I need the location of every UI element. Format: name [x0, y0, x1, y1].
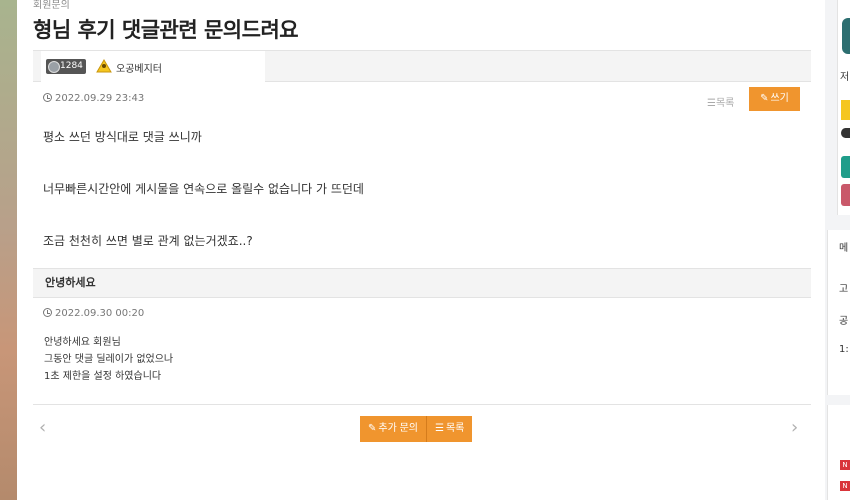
reply-line: 1초 제한을 설정 하였습니다: [44, 371, 162, 382]
page-title: 형님 후기 댓글관련 문의드려요: [33, 18, 299, 42]
new-badge: N: [840, 481, 850, 491]
divider: [33, 404, 811, 405]
level-icon: [96, 59, 112, 73]
desktop-background-strip: [0, 0, 17, 500]
menu-item[interactable]: 1:: [839, 344, 849, 355]
menu-item[interactable]: 고: [839, 280, 848, 295]
list-icon: ☰: [434, 423, 444, 434]
list-button[interactable]: ☰ 목록: [425, 416, 473, 442]
author-name[interactable]: 오공베지터: [116, 60, 162, 75]
teal-button[interactable]: [841, 156, 850, 178]
pencil-icon: ✎: [368, 423, 377, 434]
more-inquiry-label: 추가 문의: [378, 423, 418, 434]
list-icon: ☰: [707, 98, 716, 109]
reply-body: 안녕하세요 회원님 그동안 댓글 딜레이가 없었으나 1초 제한을 설정 하였습…: [44, 334, 173, 385]
list-link[interactable]: ☰목록: [707, 94, 734, 109]
post-line: 평소 쓰던 방식대로 댓글 쓰니까: [43, 130, 202, 144]
reply-title: 안녕하세요: [33, 268, 811, 298]
reply-line: 그동안 댓글 딜레이가 없었으나: [44, 354, 174, 365]
clock-icon: [43, 93, 52, 102]
post-line: 조금 천천히 쓰면 별로 관계 없는거겠죠..?: [43, 234, 253, 248]
list-button-label: 목록: [445, 423, 465, 434]
profile-text: 저: [840, 72, 850, 83]
author-tab: 1284 오공베지터: [41, 51, 265, 83]
level-icon: [841, 100, 850, 120]
reply-line: 안녕하세요 회원님: [44, 337, 121, 348]
rose-button[interactable]: [841, 184, 850, 206]
reply-date-text: 2022.09.30 00:20: [55, 308, 145, 319]
reply-date: 2022.09.30 00:20: [43, 308, 144, 319]
right-sidebar: 저 메 고 공 1: N N: [825, 0, 850, 500]
person-icon: [841, 128, 850, 138]
menu-heading: 메: [839, 243, 849, 254]
author-bar: 1284 오공베지터: [33, 50, 811, 83]
new-badge: N: [840, 460, 850, 470]
more-inquiry-button[interactable]: ✎ 추가 문의: [360, 416, 426, 442]
write-button-label: 쓰기: [770, 93, 789, 104]
pencil-icon: ✎: [760, 93, 769, 104]
write-button[interactable]: ✎ 쓰기: [749, 87, 800, 111]
chevron-right-icon[interactable]: ›: [791, 417, 798, 438]
avatar[interactable]: [842, 18, 850, 54]
post-line: 너무빠른시간안에 게시물을 연속으로 올릴수 없습니다 가 뜨던데: [43, 182, 364, 196]
menu-item[interactable]: 공: [839, 312, 848, 327]
post-date: 2022.09.29 23:43: [43, 93, 144, 104]
post-date-text: 2022.09.29 23:43: [55, 93, 145, 104]
breadcrumb[interactable]: 회원문의: [33, 0, 70, 11]
action-button-group: ✎ 추가 문의 ☰ 목록: [360, 416, 473, 442]
level-badge: 1284: [46, 59, 86, 74]
clock-icon: [43, 308, 52, 317]
list-link-label: 목록: [715, 98, 735, 109]
chevron-left-icon[interactable]: ‹: [39, 417, 46, 438]
main-content: 회원문의 형님 후기 댓글관련 문의드려요 1284 오공베지터 2022.09…: [17, 0, 825, 500]
